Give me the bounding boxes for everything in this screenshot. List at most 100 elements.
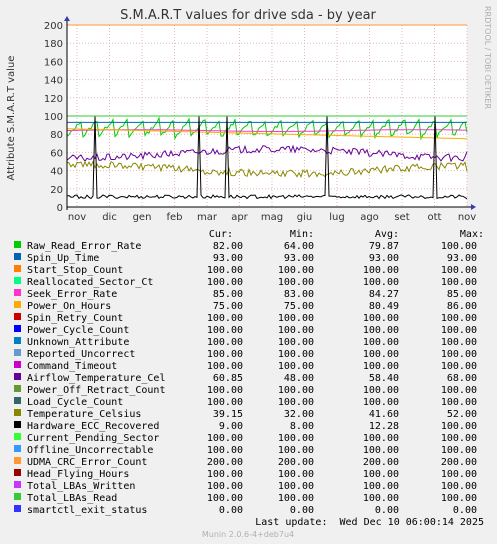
- legend-row: Unknown_Attribute 100.00 100.00 100.00 100.0…: [14, 337, 477, 348]
- legend-min: 0.00: [290, 505, 314, 516]
- y-tick-label: 40: [50, 167, 63, 178]
- legend-series-name: Offline_Uncorrectable: [27, 445, 153, 456]
- legend-avg: 100.00: [363, 385, 399, 396]
- legend-min: 100.00: [278, 361, 314, 372]
- legend-series-name: Temperature_Celsius: [27, 409, 141, 420]
- legend-row: Reported_Uncorrect 100.00 100.00 100.00 100.…: [14, 349, 477, 360]
- legend-min: 100.00: [278, 313, 314, 324]
- legend-swatch: [14, 433, 21, 440]
- x-axis-arrow-icon: [471, 204, 476, 210]
- rrdtool-watermark: RRDTOOL / TOBI OETIKER: [483, 6, 492, 109]
- legend-cur: 82.00: [213, 241, 243, 252]
- legend-min: 8.00: [290, 421, 314, 432]
- x-tick-label: set: [394, 212, 409, 223]
- legend-swatch: [14, 469, 21, 476]
- legend-avg: 100.00: [363, 445, 399, 456]
- legend-min: 100.00: [278, 325, 314, 336]
- legend-avg: 84.27: [369, 289, 399, 300]
- legend-swatch: [14, 361, 21, 368]
- y-tick-label: 160: [44, 57, 63, 68]
- legend-avg: 80.49: [369, 301, 399, 312]
- legend-avg: 100.00: [363, 325, 399, 336]
- legend-max: 100.00: [441, 445, 477, 456]
- legend-max: 100.00: [441, 241, 477, 252]
- legend-swatch: [14, 289, 21, 296]
- y-axis-arrow-icon: [64, 16, 70, 21]
- legend-cur: 75.00: [213, 301, 243, 312]
- legend-min: 100.00: [278, 493, 314, 504]
- x-tick-label: mag: [261, 212, 283, 223]
- legend-min: 83.00: [284, 289, 314, 300]
- legend-max: 85.00: [447, 289, 477, 300]
- legend-series-name: Load_Cycle_Count: [27, 397, 123, 408]
- legend-avg: 100.00: [363, 493, 399, 504]
- legend-avg: 100.00: [363, 481, 399, 492]
- legend-row: Offline_Uncorrectable 100.00 100.00 100.00 1…: [14, 445, 477, 456]
- legend-max: 100.00: [441, 277, 477, 288]
- legend-max: 100.00: [441, 349, 477, 360]
- legend-avg: 0.00: [375, 505, 399, 516]
- x-tick-label: gen: [133, 212, 152, 223]
- legend-series-name: Current_Pending_Sector: [27, 433, 159, 444]
- legend-max: 100.00: [441, 397, 477, 408]
- legend-cur: 9.00: [219, 421, 243, 432]
- legend-swatch: [14, 397, 21, 404]
- legend-series-name: Start_Stop_Count: [27, 265, 123, 276]
- legend-avg: 100.00: [363, 349, 399, 360]
- legend-row: Total_LBAs_Read 100.00 100.00 100.00 100.00: [14, 493, 477, 504]
- x-tick-label: ott: [428, 212, 442, 223]
- x-tick-label: lug: [329, 212, 344, 223]
- legend-cur: 100.00: [207, 349, 243, 360]
- legend-avg: 100.00: [363, 337, 399, 348]
- legend-row: Raw_Read_Error_Rate 82.00 64.00 79.87 100.00: [14, 241, 477, 252]
- legend-max: 100.00: [441, 433, 477, 444]
- legend-swatch: [14, 253, 21, 260]
- legend-swatch: [14, 265, 21, 272]
- legend-row: Load_Cycle_Count 100.00 100.00 100.00 100.00: [14, 397, 477, 408]
- legend-row: smartctl_exit_status 0.00 0.00 0.00 0.00: [14, 505, 477, 516]
- legend-row: Seek_Error_Rate 85.00 83.00 84.27 85.00: [14, 289, 477, 300]
- legend-min: 93.00: [284, 253, 314, 264]
- legend-swatch: [14, 325, 21, 332]
- legend-cur: 100.00: [207, 493, 243, 504]
- legend-swatch: [14, 457, 21, 464]
- legend-max: 100.00: [441, 361, 477, 372]
- y-tick-labels: 0 20 40 60 80 100 120 140 160 180 200: [44, 21, 63, 214]
- legend-avg: 100.00: [363, 277, 399, 288]
- legend-swatch: [14, 493, 21, 500]
- legend-swatch: [14, 301, 21, 308]
- legend-series-name: Seek_Error_Rate: [27, 289, 117, 300]
- legend-min: 100.00: [278, 385, 314, 396]
- legend-cur: 39.15: [213, 409, 243, 420]
- legend-swatch: [14, 385, 21, 392]
- legend-min: 48.00: [284, 373, 314, 384]
- legend-cur: 100.00: [207, 385, 243, 396]
- legend-series-name: Head_Flying_Hours: [27, 469, 129, 480]
- x-tick-label: feb: [166, 212, 182, 223]
- legend-cur: 100.00: [207, 361, 243, 372]
- chart-title: S.M.A.R.T values for drive sda - by year: [120, 8, 376, 23]
- legend-swatch: [14, 349, 21, 356]
- legend-min: 100.00: [278, 277, 314, 288]
- y-tick-label: 60: [50, 148, 63, 159]
- legend-min: 75.00: [284, 301, 314, 312]
- legend-avg: 100.00: [363, 469, 399, 480]
- y-tick-label: 20: [50, 185, 63, 196]
- legend-cur: 100.00: [207, 277, 243, 288]
- y-tick-label: 80: [50, 130, 63, 141]
- legend-row: Power_Cycle_Count 100.00 100.00 100.00 100.0…: [14, 325, 477, 336]
- y-tick-label: 0: [57, 203, 63, 214]
- legend-avg: 79.87: [369, 241, 399, 252]
- legend-swatch: [14, 313, 21, 320]
- last-update: Last update: Wed Dec 10 06:00:14 2025: [255, 517, 484, 528]
- legend-cur: 100.00: [207, 433, 243, 444]
- x-tick-label: apr: [231, 212, 248, 223]
- legend-cur: 100.00: [207, 481, 243, 492]
- x-tick-labels: nov dic gen feb mar apr mag giu lug ago set ott nov: [68, 212, 476, 223]
- legend-row: Start_Stop_Count 100.00 100.00 100.00 100.00: [14, 265, 477, 276]
- legend-max: 86.00: [447, 301, 477, 312]
- legend-min: 64.00: [284, 241, 314, 252]
- legend-min: 100.00: [278, 349, 314, 360]
- legend-avg: 100.00: [363, 313, 399, 324]
- legend-cur: 60.85: [213, 373, 243, 384]
